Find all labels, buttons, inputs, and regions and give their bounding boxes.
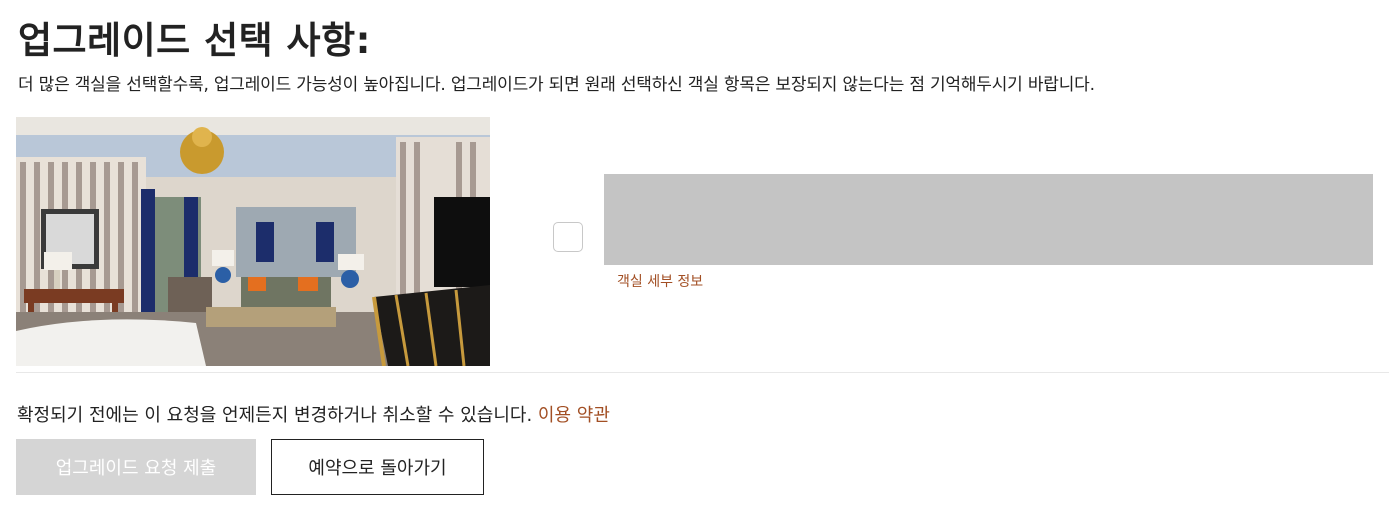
room-details-link[interactable]: 객실 세부 정보 [617,271,703,291]
terms-link[interactable]: 이용 약관 [538,405,610,426]
change-cancel-notice: 확정되기 전에는 이 요청을 언제든지 변경하거나 취소할 수 있습니다. 이용… [17,401,610,427]
page-title: 업그레이드 선택 사항: [18,19,371,62]
page-description: 더 많은 객실을 선택할수록, 업그레이드 가능성이 높아집니다. 업그레이드가… [18,75,1095,95]
room-info-placeholder [604,174,1373,265]
section-divider [16,372,1389,373]
upgrade-options-page: 업그레이드 선택 사항: 더 많은 객실을 선택할수록, 업그레이드 가능성이 … [0,0,1389,516]
notice-text: 확정되기 전에는 이 요청을 언제든지 변경하거나 취소할 수 있습니다. [17,405,533,426]
back-to-reservation-button[interactable]: 예약으로 돌아가기 [271,439,484,495]
submit-upgrade-request-button[interactable]: 업그레이드 요청 제출 [16,439,256,495]
room-select-checkbox[interactable] [553,222,583,252]
room-photo [16,117,490,366]
